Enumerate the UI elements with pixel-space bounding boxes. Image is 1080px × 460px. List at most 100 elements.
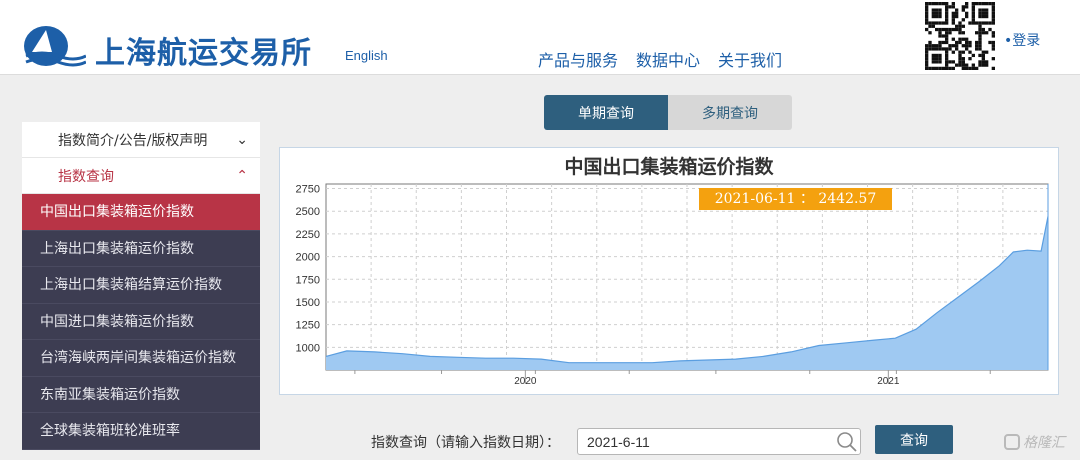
qr-module	[941, 2, 945, 6]
sidebar-item-cicfi[interactable]: 中国进口集装箱运价指数	[22, 304, 260, 340]
qr-module	[981, 14, 985, 19]
qr-module	[991, 44, 995, 48]
sidebar-group-index-query[interactable]: 指数查询 ⌃	[22, 158, 260, 194]
qr-module	[988, 27, 992, 32]
nav-about-us[interactable]: 关于我们	[718, 47, 782, 71]
sidebar-item-seafi[interactable]: 东南亚集装箱运价指数	[22, 377, 260, 413]
qr-module	[961, 63, 965, 67]
qr-module	[961, 44, 965, 48]
qr-module	[981, 50, 985, 54]
sidebar-item-scfis[interactable]: 上海出口集装箱结算运价指数	[22, 267, 260, 304]
watermark: 格隆汇	[1004, 432, 1065, 452]
login-link[interactable]: •登录	[1004, 30, 1040, 50]
qr-module	[985, 31, 989, 35]
qr-module	[978, 44, 982, 48]
sidebar-item-ccfi[interactable]: 中国出口集装箱运价指数	[22, 194, 260, 231]
index-chart-svg: 1000 1250 1500 1750 2000 2250 2500 2750 2020 2021	[296, 183, 1049, 387]
qr-module	[935, 27, 939, 32]
tab-single-query[interactable]: 单期查询	[544, 95, 668, 130]
sse-logo-icon[interactable]	[22, 22, 86, 70]
nav-products-services[interactable]: 产品与服务	[538, 47, 618, 71]
qr-module	[935, 8, 939, 12]
qr-module	[985, 8, 989, 12]
qr-module	[925, 27, 929, 32]
qr-module	[955, 11, 959, 15]
qr-module	[941, 40, 945, 45]
qr-module	[928, 21, 932, 25]
english-link[interactable]: English	[345, 48, 388, 63]
qr-module	[975, 66, 979, 70]
sidebar-item-schedule-reliability[interactable]: 全球集装箱班轮准班率	[22, 413, 260, 450]
search-icon[interactable]	[836, 431, 858, 453]
qr-module	[968, 66, 972, 70]
sidebar-item-tcfi[interactable]: 台湾海峡两岸间集装箱运价指数	[22, 340, 260, 377]
qr-module	[955, 63, 959, 67]
qr-module	[945, 66, 949, 70]
qr-module	[978, 27, 982, 32]
qr-module	[925, 53, 929, 58]
qr-code-icon	[925, 2, 995, 70]
nav-data-center[interactable]: 数据中心	[636, 47, 700, 71]
qr-module	[991, 18, 995, 22]
site-header: 上海航运交易所 English 产品与服务 数据中心 关于我们 •登录	[0, 0, 1080, 75]
sidebar-item-scfi[interactable]: 上海出口集装箱运价指数	[22, 231, 260, 267]
sidebar-group-label: 指数简介/公告/版权声明	[58, 132, 208, 149]
qr-module	[978, 34, 982, 38]
qr-module	[941, 27, 945, 32]
qr-module	[925, 5, 929, 9]
qr-module	[948, 66, 952, 70]
sidebar-group-index-intro[interactable]: 指数简介/公告/版权声明 ⌄	[22, 122, 260, 158]
qr-module	[955, 8, 959, 12]
qr-module	[978, 47, 982, 51]
qr-module	[948, 44, 952, 48]
qr-module	[955, 14, 959, 19]
qr-module	[971, 14, 975, 19]
qr-module	[968, 44, 972, 48]
qr-module	[988, 2, 992, 6]
qr-module	[981, 21, 985, 25]
qr-module	[961, 18, 965, 22]
qr-module	[925, 66, 929, 70]
qr-module	[968, 40, 972, 45]
qr-module	[945, 47, 949, 51]
qr-module	[978, 11, 982, 15]
qr-module	[991, 66, 995, 70]
qr-module	[978, 60, 982, 64]
qr-module	[965, 63, 969, 67]
qr-module	[981, 31, 985, 35]
qr-module	[991, 47, 995, 51]
brand-title[interactable]: 上海航运交易所	[95, 28, 312, 72]
qr-module	[971, 53, 975, 58]
qr-module	[965, 44, 969, 48]
qr-module	[991, 2, 995, 6]
qr-module	[958, 24, 962, 28]
qr-module	[975, 47, 979, 51]
qr-module	[981, 27, 985, 32]
qr-module	[931, 21, 935, 25]
qr-module	[928, 44, 932, 48]
qr-module	[958, 50, 962, 54]
qr-module	[951, 50, 955, 54]
qr-module	[931, 66, 935, 70]
qr-module	[961, 50, 965, 54]
qr-module	[978, 53, 982, 58]
qr-module	[988, 21, 992, 25]
qr-module	[945, 50, 949, 54]
x-tick-label: 2020	[514, 376, 537, 387]
qr-module	[948, 47, 952, 51]
query-mode-tabs: 单期查询 多期查询	[544, 95, 792, 130]
qr-module	[925, 18, 929, 22]
date-input[interactable]	[577, 428, 861, 455]
qr-module	[935, 14, 939, 19]
watermark-text: 格隆汇	[1023, 435, 1065, 451]
qr-module	[971, 2, 975, 6]
qr-module	[925, 8, 929, 12]
qr-module	[978, 40, 982, 45]
qr-module	[958, 21, 962, 25]
qr-module	[935, 60, 939, 64]
query-button[interactable]: 查询	[875, 425, 953, 454]
qr-module	[945, 5, 949, 9]
tab-multi-query[interactable]: 多期查询	[668, 95, 792, 130]
qr-module	[951, 18, 955, 22]
index-chart: 1000 1250 1500 1750 2000 2250 2500 2750 2020 2021…	[279, 147, 1059, 395]
